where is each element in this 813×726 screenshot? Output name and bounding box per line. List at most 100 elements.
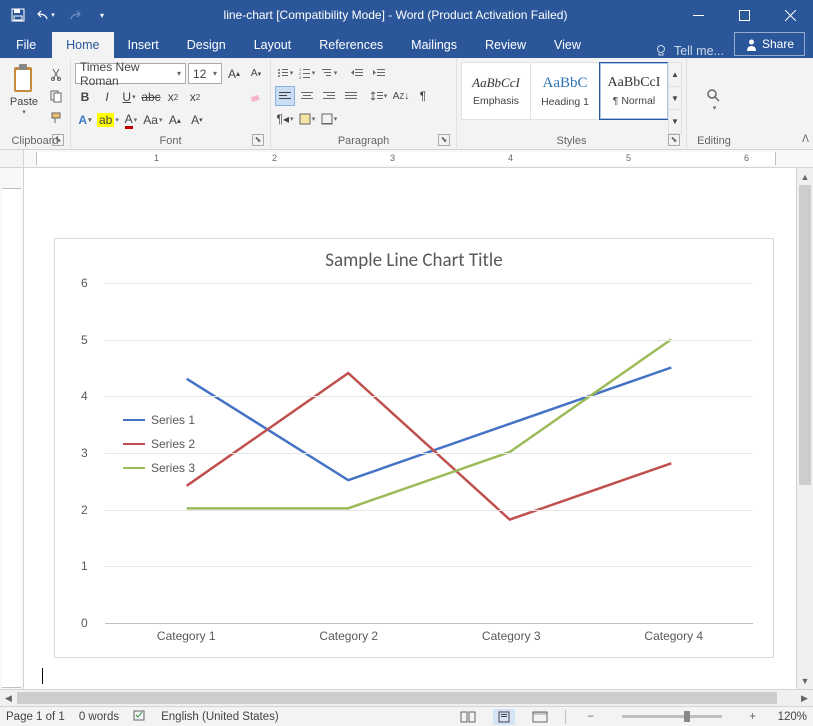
tab-references[interactable]: References: [305, 32, 397, 58]
horizontal-scrollbar[interactable]: ◀ ▶: [0, 689, 813, 706]
numbering-button[interactable]: 123: [297, 63, 317, 83]
decrease-indent-button[interactable]: [347, 63, 367, 83]
print-layout-button[interactable]: [493, 709, 515, 725]
align-right-button[interactable]: [319, 86, 339, 106]
scroll-down-button[interactable]: ▼: [797, 672, 813, 689]
style-heading-1[interactable]: AaBbCHeading 1: [530, 62, 600, 120]
justify-button[interactable]: [341, 86, 361, 106]
horizontal-ruler[interactable]: 123456: [24, 150, 813, 167]
chart-plot-area: Series 1Series 2Series 3 0123456Category…: [105, 283, 753, 621]
shrink-font-button[interactable]: A▾: [246, 64, 266, 84]
group-font: Times New Roman▾ 12▾ A▴ A▾ B I U abc x2 …: [71, 58, 271, 149]
tab-review[interactable]: Review: [471, 32, 540, 58]
strike-button[interactable]: abc: [141, 87, 161, 107]
font-dialog-launcher[interactable]: ⬊: [252, 134, 264, 146]
clear-format-button[interactable]: [246, 87, 266, 107]
italic-button[interactable]: I: [97, 87, 117, 107]
redo-icon[interactable]: [60, 1, 88, 29]
legend-item: Series 1: [123, 413, 195, 427]
collapse-ribbon-icon[interactable]: ᐱ: [802, 134, 809, 145]
cut-button[interactable]: [46, 64, 66, 84]
shrink-font2-button[interactable]: A▾: [187, 110, 207, 130]
paste-button[interactable]: Paste ▾: [4, 64, 44, 116]
sort-button[interactable]: AZ↓: [391, 86, 411, 106]
font-name-combo[interactable]: Times New Roman▾: [75, 63, 186, 84]
shading-button[interactable]: [297, 109, 317, 129]
qat-customize-icon[interactable]: ▾: [88, 1, 116, 29]
web-layout-button[interactable]: [529, 709, 551, 725]
scroll-right-button[interactable]: ▶: [796, 693, 813, 704]
zoom-out-button[interactable]: −: [580, 709, 602, 725]
tab-layout[interactable]: Layout: [240, 32, 306, 58]
multilevel-button[interactable]: [319, 63, 339, 83]
status-page[interactable]: Page 1 of 1: [6, 711, 65, 723]
tab-mailings[interactable]: Mailings: [397, 32, 471, 58]
status-zoom[interactable]: 120%: [778, 711, 807, 723]
styles-expand[interactable]: ▼: [669, 110, 681, 133]
subscript-button[interactable]: x2: [163, 87, 183, 107]
style-emphasis[interactable]: AaBbCcIEmphasis: [461, 62, 531, 120]
tab-view[interactable]: View: [540, 32, 595, 58]
close-button[interactable]: [767, 0, 813, 30]
window-title: line-chart [Compatibility Mode] - Word (…: [116, 8, 675, 22]
xtick-label: Category 3: [482, 629, 541, 643]
read-mode-button[interactable]: [457, 709, 479, 725]
tab-home[interactable]: Home: [52, 32, 113, 58]
tab-insert[interactable]: Insert: [114, 32, 173, 58]
bold-button[interactable]: B: [75, 87, 95, 107]
minimize-button[interactable]: [675, 0, 721, 30]
font-color-button[interactable]: A: [121, 110, 141, 130]
maximize-button[interactable]: [721, 0, 767, 30]
tab-design[interactable]: Design: [173, 32, 240, 58]
text-effects-button[interactable]: A: [75, 110, 95, 130]
zoom-in-button[interactable]: +: [742, 709, 764, 725]
grow-font-button[interactable]: A▴: [224, 64, 244, 84]
format-painter-button[interactable]: [46, 108, 66, 128]
document-viewport[interactable]: Sample Line Chart Title Series 1Series 2…: [24, 168, 813, 689]
superscript-button[interactable]: x2: [185, 87, 205, 107]
line-spacing-button[interactable]: [369, 86, 389, 106]
vertical-scrollbar[interactable]: ▲ ▼: [796, 168, 813, 689]
tab-file[interactable]: File: [0, 32, 52, 58]
change-case-button[interactable]: Aa: [143, 110, 163, 130]
vscroll-thumb[interactable]: [799, 185, 811, 485]
save-icon[interactable]: [4, 1, 32, 29]
zoom-slider-knob[interactable]: [684, 711, 690, 722]
font-size-combo[interactable]: 12▾: [188, 63, 222, 84]
chart-object[interactable]: Sample Line Chart Title Series 1Series 2…: [54, 238, 774, 658]
hscroll-thumb[interactable]: [17, 692, 777, 704]
status-language[interactable]: English (United States): [161, 711, 279, 723]
styles-dialog-launcher[interactable]: ⬊: [668, 134, 680, 146]
ytick-label: 1: [81, 559, 88, 573]
show-marks-button[interactable]: ¶: [413, 86, 433, 106]
ltr-button[interactable]: ¶◂: [275, 109, 295, 129]
align-center-button[interactable]: [297, 86, 317, 106]
share-button[interactable]: Share: [734, 32, 805, 56]
underline-button[interactable]: U: [119, 87, 139, 107]
scroll-up-button[interactable]: ▲: [797, 168, 813, 185]
grow-font2-button[interactable]: A▴: [165, 110, 185, 130]
clipboard-icon: [10, 64, 38, 94]
status-proof-icon[interactable]: [133, 708, 147, 725]
align-left-button[interactable]: [275, 86, 295, 106]
zoom-slider[interactable]: [622, 715, 722, 718]
styles-scroll-up[interactable]: ▲: [669, 63, 681, 87]
tell-me-search[interactable]: Tell me...: [644, 44, 734, 58]
status-words[interactable]: 0 words: [79, 711, 119, 723]
paragraph-dialog-launcher[interactable]: ⬊: [438, 134, 450, 146]
ribbon-tabs: File HomeInsertDesignLayoutReferencesMai…: [0, 30, 813, 58]
bullets-button[interactable]: [275, 63, 295, 83]
ruler-corner[interactable]: [0, 150, 24, 167]
vertical-ruler[interactable]: [0, 168, 24, 689]
editing-menu-button[interactable]: [704, 88, 724, 112]
clipboard-dialog-launcher[interactable]: ⬊: [52, 134, 64, 146]
copy-button[interactable]: [46, 86, 66, 106]
highlight-button[interactable]: ab: [97, 110, 119, 130]
undo-icon[interactable]: ▾: [32, 1, 60, 29]
styles-scroll-down[interactable]: ▼: [669, 87, 681, 111]
style---normal[interactable]: AaBbCcI¶ Normal: [599, 62, 669, 120]
scroll-left-button[interactable]: ◀: [0, 693, 17, 704]
borders-button[interactable]: [319, 109, 339, 129]
find-icon: [706, 88, 722, 104]
increase-indent-button[interactable]: [369, 63, 389, 83]
